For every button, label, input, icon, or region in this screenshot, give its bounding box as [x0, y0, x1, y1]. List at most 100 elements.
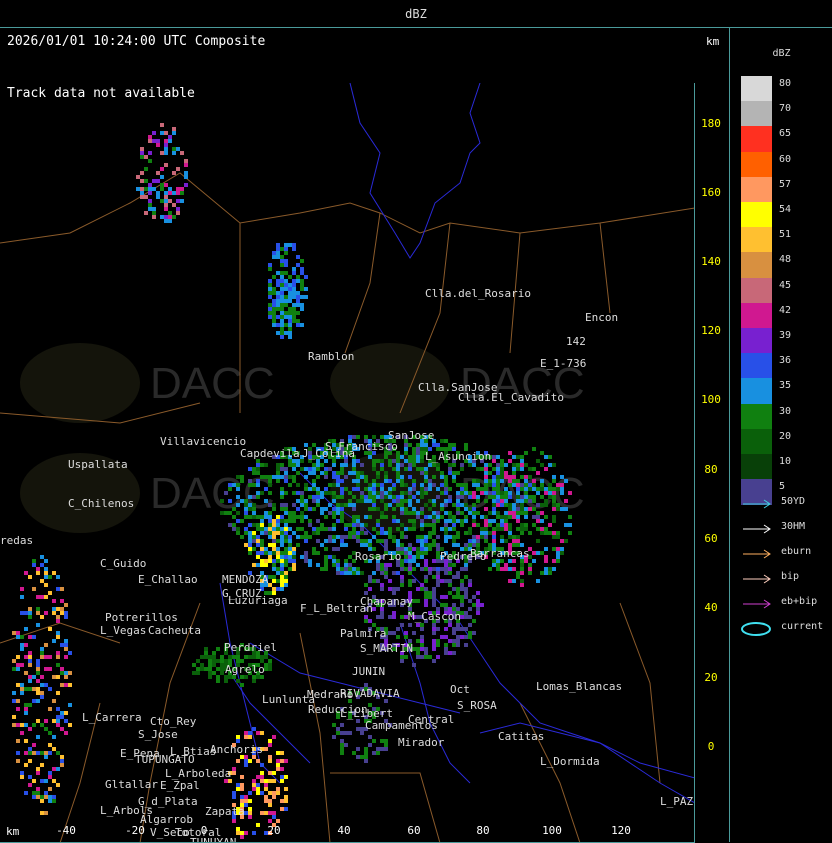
radar-echo	[268, 263, 272, 267]
radar-echo	[260, 791, 264, 795]
radar-echo	[28, 575, 32, 579]
radar-echo	[256, 731, 260, 735]
radar-echo	[496, 455, 500, 459]
track-label: eb+bip	[781, 596, 818, 607]
radar-echo	[472, 507, 476, 511]
place-label: E_Zpal	[160, 779, 200, 792]
radar-echo	[288, 543, 292, 547]
radar-echo	[320, 567, 324, 571]
radar-echo	[28, 651, 32, 655]
radar-echo	[152, 179, 156, 183]
radar-echo	[52, 675, 56, 679]
radar-echo	[424, 559, 428, 563]
radar-echo	[360, 727, 364, 731]
radar-echo	[248, 495, 252, 499]
radar-echo	[344, 543, 348, 547]
radar-echo	[252, 467, 256, 471]
radar-echo	[392, 515, 396, 519]
radar-echo	[440, 515, 444, 519]
radar-echo	[264, 795, 268, 799]
radar-echo	[300, 491, 304, 495]
place-label: C_Chilenos	[68, 497, 134, 510]
radar-echo	[40, 675, 44, 679]
radar-echo	[484, 531, 488, 535]
radar-echo	[212, 671, 216, 675]
place-label: Gltallar	[105, 778, 158, 791]
radar-echo	[396, 519, 400, 523]
radar-map[interactable]: DACC DACC DACC DACC Clla.del_Rosario Encon E_1…	[0, 83, 695, 843]
radar-echo	[332, 495, 336, 499]
radar-echo	[464, 591, 468, 595]
radar-echo	[216, 675, 220, 679]
radar-echo	[352, 463, 356, 467]
radar-echo	[320, 507, 324, 511]
radar-echo	[300, 271, 304, 275]
radar-echo	[520, 583, 524, 587]
radar-echo	[496, 563, 500, 567]
radar-echo	[300, 303, 304, 307]
radar-echo	[288, 463, 292, 467]
radar-echo	[364, 615, 368, 619]
radar-echo	[184, 171, 188, 175]
radar-echo	[300, 307, 304, 311]
radar-echo	[420, 535, 424, 539]
radar-echo	[232, 483, 236, 487]
radar-echo	[460, 635, 464, 639]
radar-echo	[232, 523, 236, 527]
legend-swatch	[741, 176, 772, 203]
radar-echo	[508, 531, 512, 535]
radar-echo	[236, 531, 240, 535]
radar-echo	[464, 575, 468, 579]
radar-echo	[456, 571, 460, 575]
radar-echo	[252, 511, 256, 515]
radar-echo	[256, 495, 260, 499]
radar-echo	[416, 563, 420, 567]
radar-echo	[244, 515, 248, 519]
radar-echo	[232, 771, 236, 775]
radar-echo	[372, 467, 376, 471]
radar-echo	[412, 547, 416, 551]
radar-echo	[456, 575, 460, 579]
radar-echo	[44, 811, 48, 815]
radar-echo	[64, 671, 68, 675]
radar-echo	[328, 535, 332, 539]
radar-echo	[348, 535, 352, 539]
radar-echo	[256, 775, 260, 779]
radar-echo	[316, 463, 320, 467]
radar-echo	[276, 475, 280, 479]
radar-echo	[524, 483, 528, 487]
radar-echo	[428, 479, 432, 483]
radar-echo	[276, 787, 280, 791]
radar-echo	[412, 579, 416, 583]
radar-echo	[32, 699, 36, 703]
legend-swatch-label: 5	[779, 481, 786, 493]
radar-echo	[300, 279, 304, 283]
radar-echo	[320, 491, 324, 495]
radar-echo	[392, 571, 396, 575]
radar-echo	[456, 503, 460, 507]
radar-echo	[236, 511, 240, 515]
radar-echo	[336, 563, 340, 567]
radar-echo	[376, 615, 380, 619]
radar-echo	[364, 543, 368, 547]
place-label: Agrelo	[225, 663, 265, 676]
radar-echo	[144, 211, 148, 215]
track-arrow-icon	[743, 599, 771, 609]
radar-echo	[448, 583, 452, 587]
radar-echo	[368, 487, 372, 491]
radar-echo	[500, 479, 504, 483]
radar-echo	[328, 511, 332, 515]
radar-echo	[328, 527, 332, 531]
radar-echo	[380, 539, 384, 543]
radar-echo	[424, 467, 428, 471]
radar-echo	[520, 507, 524, 511]
radar-canvas[interactable]: DACC DACCDACC DACCClla.del_RosarioEnconE_1…	[0, 83, 695, 843]
radar-echo	[528, 499, 532, 503]
radar-echo	[420, 447, 424, 451]
radar-echo	[552, 479, 556, 483]
radar-echo	[552, 515, 556, 519]
radar-echo	[524, 451, 528, 455]
radar-echo	[468, 615, 472, 619]
radar-echo	[52, 599, 56, 603]
radar-echo	[16, 667, 20, 671]
